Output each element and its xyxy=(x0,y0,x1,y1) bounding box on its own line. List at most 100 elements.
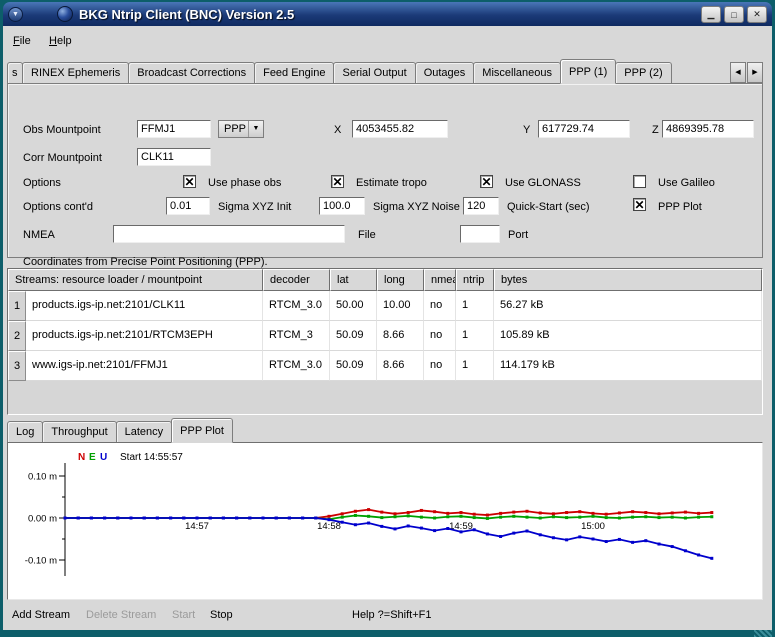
title-bar: ▼ BKG Ntrip Client (BNC) Version 2.5 ▁ □… xyxy=(3,2,772,26)
tab-log[interactable]: Log xyxy=(7,421,43,442)
tab-latency[interactable]: Latency xyxy=(116,421,173,442)
top-tab-bar: s RINEX Ephemeris Broadcast Corrections … xyxy=(7,58,672,83)
scroll-left-icon: ◀ xyxy=(735,69,740,76)
header-ntrip: ntrip xyxy=(456,269,494,291)
app-icon xyxy=(57,6,73,22)
cell-decoder: RTCM_3.0 xyxy=(263,351,330,381)
y-coordinate-input[interactable] xyxy=(538,120,630,138)
quick-start-label: Quick-Start (sec) xyxy=(507,201,590,213)
estimate-tropo-checkbox[interactable] xyxy=(331,175,344,188)
svg-text:15:00: 15:00 xyxy=(581,521,605,532)
tab-stub[interactable]: s xyxy=(7,62,23,83)
ppp-plot: 0.10 m0.00 m-0.10 m14:5714:5814:5915:00N… xyxy=(8,443,762,599)
use-galileo-label: Use Galileo xyxy=(658,177,715,189)
cell-mountpoint: products.igs-ip.net:2101/CLK11 xyxy=(26,291,263,321)
table-row[interactable]: 2 products.igs-ip.net:2101/RTCM3EPH RTCM… xyxy=(8,321,762,351)
close-button[interactable]: ✕ xyxy=(747,6,767,23)
delete-stream-button[interactable]: Delete Stream xyxy=(86,609,156,621)
x-coordinate-input[interactable] xyxy=(352,120,448,138)
sigma-xyz-noise-input[interactable] xyxy=(319,197,365,215)
tab-scroll-right-button[interactable]: ▶ xyxy=(747,62,763,83)
x-label: X xyxy=(334,124,341,136)
svg-text:0.00 m: 0.00 m xyxy=(28,514,57,525)
port-input[interactable] xyxy=(460,225,500,243)
cell-nmea: no xyxy=(424,291,456,321)
file-label: File xyxy=(358,229,376,241)
tab-ppp-plot[interactable]: PPP Plot xyxy=(171,418,233,443)
tab-ppp-1[interactable]: PPP (1) xyxy=(560,59,616,84)
svg-text:0.10 m: 0.10 m xyxy=(28,472,57,483)
cell-long: 8.66 xyxy=(377,351,424,381)
row-number: 2 xyxy=(8,321,26,351)
cell-decoder: RTCM_3 xyxy=(263,321,330,351)
tab-scroll-left-button[interactable]: ◀ xyxy=(730,62,746,83)
cell-ntrip: 1 xyxy=(456,291,494,321)
estimate-tropo-label: Estimate tropo xyxy=(356,177,427,189)
cell-nmea: no xyxy=(424,351,456,381)
z-label: Z xyxy=(652,124,659,136)
tab-ppp-2[interactable]: PPP (2) xyxy=(615,62,671,83)
maximize-icon: □ xyxy=(731,10,736,20)
options-contd-label: Options cont'd xyxy=(23,201,93,213)
tab-throughput[interactable]: Throughput xyxy=(42,421,116,442)
sigma-xyz-init-input[interactable] xyxy=(166,197,210,215)
tab-broadcast-corrections[interactable]: Broadcast Corrections xyxy=(128,62,255,83)
header-decoder: decoder xyxy=(263,269,330,291)
use-glonass-checkbox[interactable] xyxy=(480,175,493,188)
cell-bytes: 105.89 kB xyxy=(494,321,762,351)
obs-mountpoint-label: Obs Mountpoint xyxy=(23,124,101,136)
chevron-down-icon: ▼ xyxy=(248,121,263,137)
window-menu-button[interactable]: ▼ xyxy=(8,7,23,22)
z-coordinate-input[interactable] xyxy=(662,120,754,138)
use-galileo-checkbox[interactable] xyxy=(633,175,646,188)
ppp-mode-select[interactable]: PPP ▼ xyxy=(218,120,264,138)
svg-text:U: U xyxy=(100,452,107,463)
tab-serial-output[interactable]: Serial Output xyxy=(333,62,415,83)
minimize-button[interactable]: ▁ xyxy=(701,6,721,23)
cell-lat: 50.09 xyxy=(330,321,377,351)
close-icon: ✕ xyxy=(753,9,761,20)
add-stream-button[interactable]: Add Stream xyxy=(12,609,70,621)
tab-feed-engine[interactable]: Feed Engine xyxy=(254,62,334,83)
tab-miscellaneous[interactable]: Miscellaneous xyxy=(473,62,561,83)
svg-text:Start 14:55:57: Start 14:55:57 xyxy=(120,452,183,463)
table-row[interactable]: 3 www.igs-ip.net:2101/FFMJ1 RTCM_3.0 50.… xyxy=(8,351,762,381)
header-bytes: bytes xyxy=(494,269,762,291)
options-label: Options xyxy=(23,177,61,189)
menu-file[interactable]: File xyxy=(9,33,35,49)
cell-lat: 50.00 xyxy=(330,291,377,321)
svg-text:E: E xyxy=(89,452,96,463)
table-row[interactable]: 1 products.igs-ip.net:2101/CLK11 RTCM_3.… xyxy=(8,291,762,321)
menu-help[interactable]: Help xyxy=(45,33,76,49)
nmea-input[interactable] xyxy=(113,225,345,243)
tab-rinex-ephemeris[interactable]: RINEX Ephemeris xyxy=(22,62,129,83)
tab-outages[interactable]: Outages xyxy=(415,62,475,83)
maximize-button[interactable]: □ xyxy=(724,6,744,23)
y-label: Y xyxy=(523,124,530,136)
cell-mountpoint: www.igs-ip.net:2101/FFMJ1 xyxy=(26,351,263,381)
ppp-plot-checkbox[interactable] xyxy=(633,198,646,211)
resize-grip[interactable] xyxy=(754,630,772,637)
window-title: BKG Ntrip Client (BNC) Version 2.5 xyxy=(79,7,294,22)
use-phase-obs-checkbox[interactable] xyxy=(183,175,196,188)
svg-text:N: N xyxy=(78,452,85,463)
stop-button[interactable]: Stop xyxy=(210,609,233,621)
cell-long: 8.66 xyxy=(377,321,424,351)
row-number: 1 xyxy=(8,291,26,321)
obs-mountpoint-input[interactable] xyxy=(137,120,211,138)
corr-mountpoint-input[interactable] xyxy=(137,148,211,166)
header-mountpoint: Streams: resource loader / mountpoint xyxy=(8,269,263,291)
header-lat: lat xyxy=(330,269,377,291)
quick-start-input[interactable] xyxy=(463,197,499,215)
sigma-xyz-noise-label: Sigma XYZ Noise xyxy=(373,201,460,213)
sigma-xyz-init-label: Sigma XYZ Init xyxy=(218,201,291,213)
svg-text:14:58: 14:58 xyxy=(317,521,341,532)
cell-ntrip: 1 xyxy=(456,351,494,381)
ppp-plot-label: PPP Plot xyxy=(658,201,702,213)
cell-bytes: 114.179 kB xyxy=(494,351,762,381)
cell-lat: 50.09 xyxy=(330,351,377,381)
start-button[interactable]: Start xyxy=(172,609,195,621)
minimize-icon: ▁ xyxy=(708,9,715,20)
svg-text:14:57: 14:57 xyxy=(185,521,209,532)
row-number: 3 xyxy=(8,351,26,381)
